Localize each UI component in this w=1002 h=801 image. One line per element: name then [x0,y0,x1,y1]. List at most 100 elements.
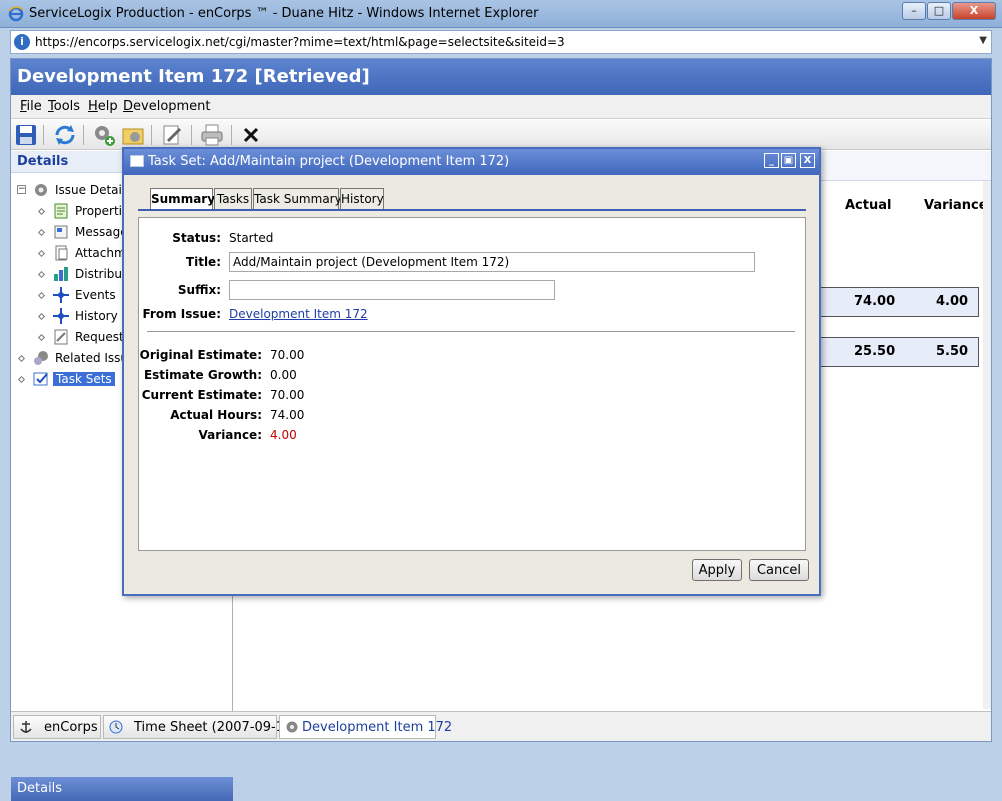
refresh-icon[interactable] [53,123,77,147]
task-tab-encorps[interactable]: enCorps [13,715,101,739]
actual-hours-value: 74.00 [270,408,305,422]
suffix-field[interactable] [229,280,555,300]
suffix-label: Suffix: [177,283,221,297]
title-field[interactable] [229,252,755,272]
from-issue-link[interactable]: Development Item 172 [229,307,368,321]
task-tab-label: Time Sheet (2007-09-17) [134,720,298,735]
message-icon [54,225,68,239]
tree-node-marker [17,354,26,363]
menu-bar: File Tools Help Development [11,95,991,119]
events-icon [53,287,69,303]
dialog-maximize-button[interactable]: ▣ [781,153,796,168]
edit-document-icon[interactable] [160,123,184,147]
tree-node-marker [37,312,46,321]
apply-button[interactable]: Apply [692,559,742,581]
current-estimate-value: 70.00 [270,388,305,402]
properties-icon [54,203,68,219]
task-tab-time-sheet[interactable]: Time Sheet (2007-09-17) [103,715,297,739]
clock-icon [109,720,123,734]
toolbar-separator [191,125,192,145]
browser-titlebar: ServiceLogix Production - enCorps ™ - Du… [0,0,1002,28]
table-row[interactable]: 25.50 5.50 [819,337,979,367]
tab-task-summary[interactable]: Task Summary [253,188,342,210]
tree-label: Events [75,288,116,302]
menu-tools[interactable]: Tools [48,99,80,114]
tab-history[interactable]: History [340,188,384,210]
from-issue-label: From Issue: [142,307,221,321]
folder-settings-icon[interactable] [121,123,145,147]
column-header-variance[interactable]: Variance [924,198,988,213]
tree-label: Task Sets [53,372,115,386]
details-footer-label: Details [17,781,63,796]
details-footer[interactable]: Details [11,777,233,801]
column-header-actual[interactable]: Actual [845,198,891,213]
window-maximize-button[interactable]: □ [927,2,951,20]
collapse-icon[interactable]: − [17,185,26,194]
tree-node-marker [37,291,46,300]
tree-label: History [75,309,118,323]
address-url[interactable]: https://encorps.servicelogix.net/cgi/mas… [35,35,565,49]
details-header-label: Details [17,154,69,169]
cancel-button[interactable]: Cancel [749,559,809,581]
related-issues-icon [34,351,48,365]
task-tab-development-item[interactable]: Development Item 172 [279,715,452,739]
history-icon [53,308,69,324]
menu-help[interactable]: Help [88,99,118,114]
task-set-dialog: Task Set: Add/Maintain project (Developm… [122,147,821,596]
page-title: Development Item 172 [Retrieved] [17,66,370,87]
cell-variance: 5.50 [936,344,969,359]
dialog-titlebar[interactable]: Task Set: Add/Maintain project (Developm… [124,149,819,175]
toolbar-separator [151,125,152,145]
table-row[interactable]: 74.00 4.00 [819,287,979,317]
status-label: Status: [172,231,221,245]
tab-summary[interactable]: Summary [150,188,215,210]
gear-icon [35,184,47,196]
tree-node-marker [37,228,46,237]
vertical-scrollbar[interactable] [983,181,991,709]
attachment-icon [55,245,68,261]
dialog-close-button[interactable]: X [800,153,815,168]
toolbar-separator [83,125,84,145]
add-settings-icon[interactable] [92,123,116,147]
actual-hours-label: Actual Hours: [170,408,262,422]
task-tab-label: Development Item 172 [302,720,453,735]
tab-tasks[interactable]: Tasks [214,188,252,210]
chevron-down-icon[interactable]: ▼ [979,35,987,46]
save-icon[interactable] [14,123,38,147]
window-close-button[interactable]: X [952,2,996,20]
variance-label: Variance: [198,428,262,442]
menu-file[interactable]: File [20,99,42,114]
estimate-growth-label: Estimate Growth: [143,368,262,382]
estimate-growth-value: 0.00 [270,368,297,382]
gear-icon [286,721,298,733]
cell-variance: 4.00 [936,294,969,309]
print-icon[interactable] [200,123,224,147]
tree-node-marker [37,207,46,216]
tree-node-marker [37,333,46,342]
address-bar[interactable]: i https://encorps.servicelogix.net/cgi/m… [10,30,992,54]
task-sets-icon [33,372,48,386]
toolbar-separator [43,125,44,145]
close-icon[interactable] [239,123,263,147]
window-minimize-button[interactable]: – [902,2,926,20]
menu-development[interactable]: Development [123,99,211,114]
tree-node-marker [17,375,26,384]
app-header: Development Item 172 [Retrieved] [11,59,991,95]
toolbar [11,120,991,150]
tree-node-marker [37,249,46,258]
tree-label: Issue Details [55,183,132,197]
task-tab-label: enCorps [44,720,98,735]
summary-tab-panel: Status: Started Title: Suffix: From Issu… [138,217,806,551]
cell-actual: 74.00 [854,294,896,309]
app-taskbar: enCorps Time Sheet (2007-09-17) Developm… [11,711,991,741]
cell-actual: 25.50 [854,344,896,359]
dialog-minimize-button[interactable]: _ [764,153,779,168]
browser-title: ServiceLogix Production - enCorps ™ - Du… [29,6,539,21]
variance-value: 4.00 [270,428,297,442]
tree-node-marker [37,270,46,279]
current-estimate-label: Current Estimate: [141,388,262,402]
distribution-icon [54,267,68,281]
original-estimate-label: Original Estimate: [139,348,262,362]
info-icon: i [14,34,30,50]
divider [147,331,795,332]
